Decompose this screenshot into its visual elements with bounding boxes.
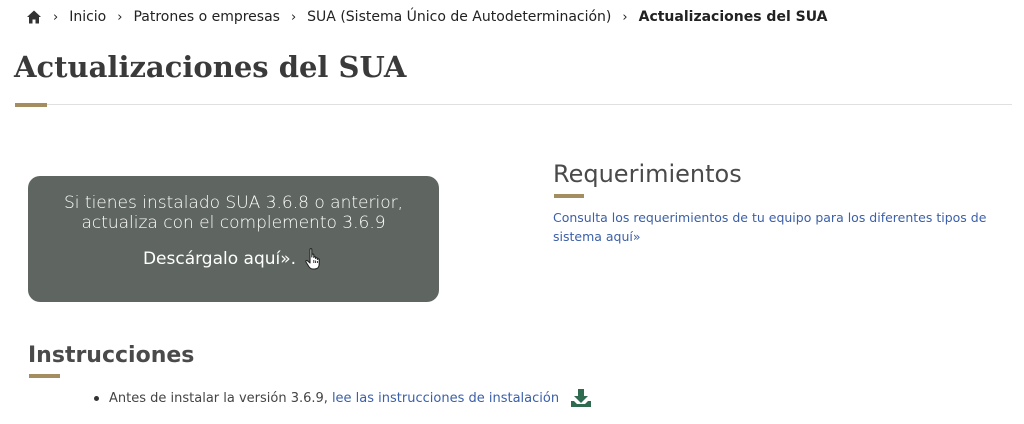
promo-cta-label: Descárgalo aquí». xyxy=(142,249,297,269)
breadcrumb-item-patrones[interactable]: Patrones o empresas xyxy=(133,9,280,25)
title-divider xyxy=(47,104,1012,105)
home-icon[interactable] xyxy=(26,9,42,25)
chevron-right-icon: › xyxy=(53,9,59,25)
requerimientos-accent-bar xyxy=(554,194,584,198)
chevron-right-icon: › xyxy=(622,9,628,25)
chevron-right-icon: › xyxy=(117,9,123,25)
promo-line-2: actualiza con el complemento 3.6.9 xyxy=(81,213,386,233)
list-item: Antes de instalar la versión 3.6.9, lee … xyxy=(94,387,592,409)
promo-line-1: Si tienes instalado SUA 3.6.8 o anterior… xyxy=(64,193,403,213)
instrucciones-heading: Instrucciones xyxy=(28,343,195,368)
breadcrumb-current: Actualizaciones del SUA xyxy=(638,9,828,25)
bullet xyxy=(94,395,99,401)
installation-instructions-link[interactable]: lee las instrucciones de instalación xyxy=(332,391,559,406)
promo-cta[interactable]: Descárgalo aquí». xyxy=(28,247,439,271)
instrucciones-accent-bar xyxy=(29,374,60,378)
requerimientos-link[interactable]: Consulta los requerimientos de tu equipo… xyxy=(553,208,1013,246)
title-accent-bar xyxy=(15,103,47,107)
chevron-right-icon: › xyxy=(290,9,297,25)
requerimientos-heading: Requerimientos xyxy=(553,160,742,188)
download-icon[interactable] xyxy=(570,388,592,408)
page: › Inicio › Patrones o empresas › SUA (Si… xyxy=(0,0,1024,424)
page-title: Actualizaciones del SUA xyxy=(14,50,407,84)
breadcrumb-item-sua[interactable]: SUA (Sistema Único de Autodeterminación) xyxy=(307,9,611,25)
instruction-text: Antes de instalar la versión 3.6.9, xyxy=(109,390,328,406)
download-update-card[interactable]: Si tienes instalado SUA 3.6.8 o anterior… xyxy=(28,176,439,302)
breadcrumb: › Inicio › Patrones o empresas › SUA (Si… xyxy=(26,8,827,26)
instrucciones-list: Antes de instalar la versión 3.6.9, lee … xyxy=(94,387,592,409)
hand-pointer-icon xyxy=(304,247,324,271)
breadcrumb-item-inicio[interactable]: Inicio xyxy=(69,9,106,25)
